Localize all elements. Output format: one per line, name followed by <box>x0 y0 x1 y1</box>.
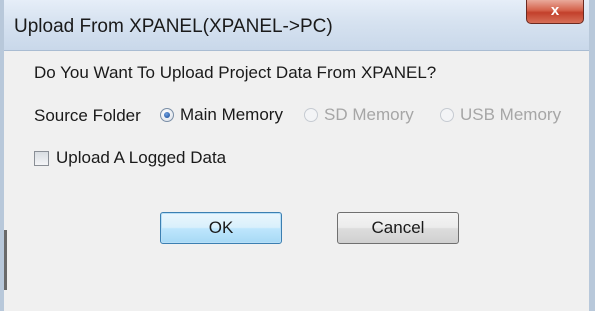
radio-selected-icon[interactable] <box>160 108 174 122</box>
logged-data-label: Upload A Logged Data <box>56 148 227 167</box>
cancel-button[interactable]: Cancel <box>337 212 459 244</box>
close-icon: x <box>550 2 560 19</box>
window-edge <box>4 230 7 290</box>
source-folder-label: Source Folder <box>34 106 141 125</box>
radio-sd-memory[interactable]: SD Memory <box>304 104 414 126</box>
close-button[interactable]: x <box>526 0 584 24</box>
radio-sd-memory-label: SD Memory <box>324 105 414 124</box>
radio-disabled-icon[interactable] <box>304 108 318 122</box>
upload-dialog: Upload From XPANEL(XPANEL->PC) x Do You … <box>0 0 595 311</box>
title-bar[interactable]: Upload From XPANEL(XPANEL->PC) x <box>4 0 589 51</box>
radio-main-memory-label: Main Memory <box>180 105 283 124</box>
radio-usb-memory[interactable]: USB Memory <box>440 104 561 126</box>
ok-button[interactable]: OK <box>160 212 282 244</box>
radio-main-memory[interactable]: Main Memory <box>160 104 283 126</box>
radio-usb-memory-label: USB Memory <box>460 105 562 124</box>
dialog-body <box>4 51 589 311</box>
question-text: Do You Want To Upload Project Data From … <box>34 63 437 82</box>
logged-data-checkbox[interactable] <box>34 150 49 166</box>
window-title: Upload From XPANEL(XPANEL->PC) <box>14 16 333 37</box>
upload-logged-data-option[interactable]: Upload A Logged Data <box>34 148 226 168</box>
radio-disabled-icon[interactable] <box>440 108 454 122</box>
